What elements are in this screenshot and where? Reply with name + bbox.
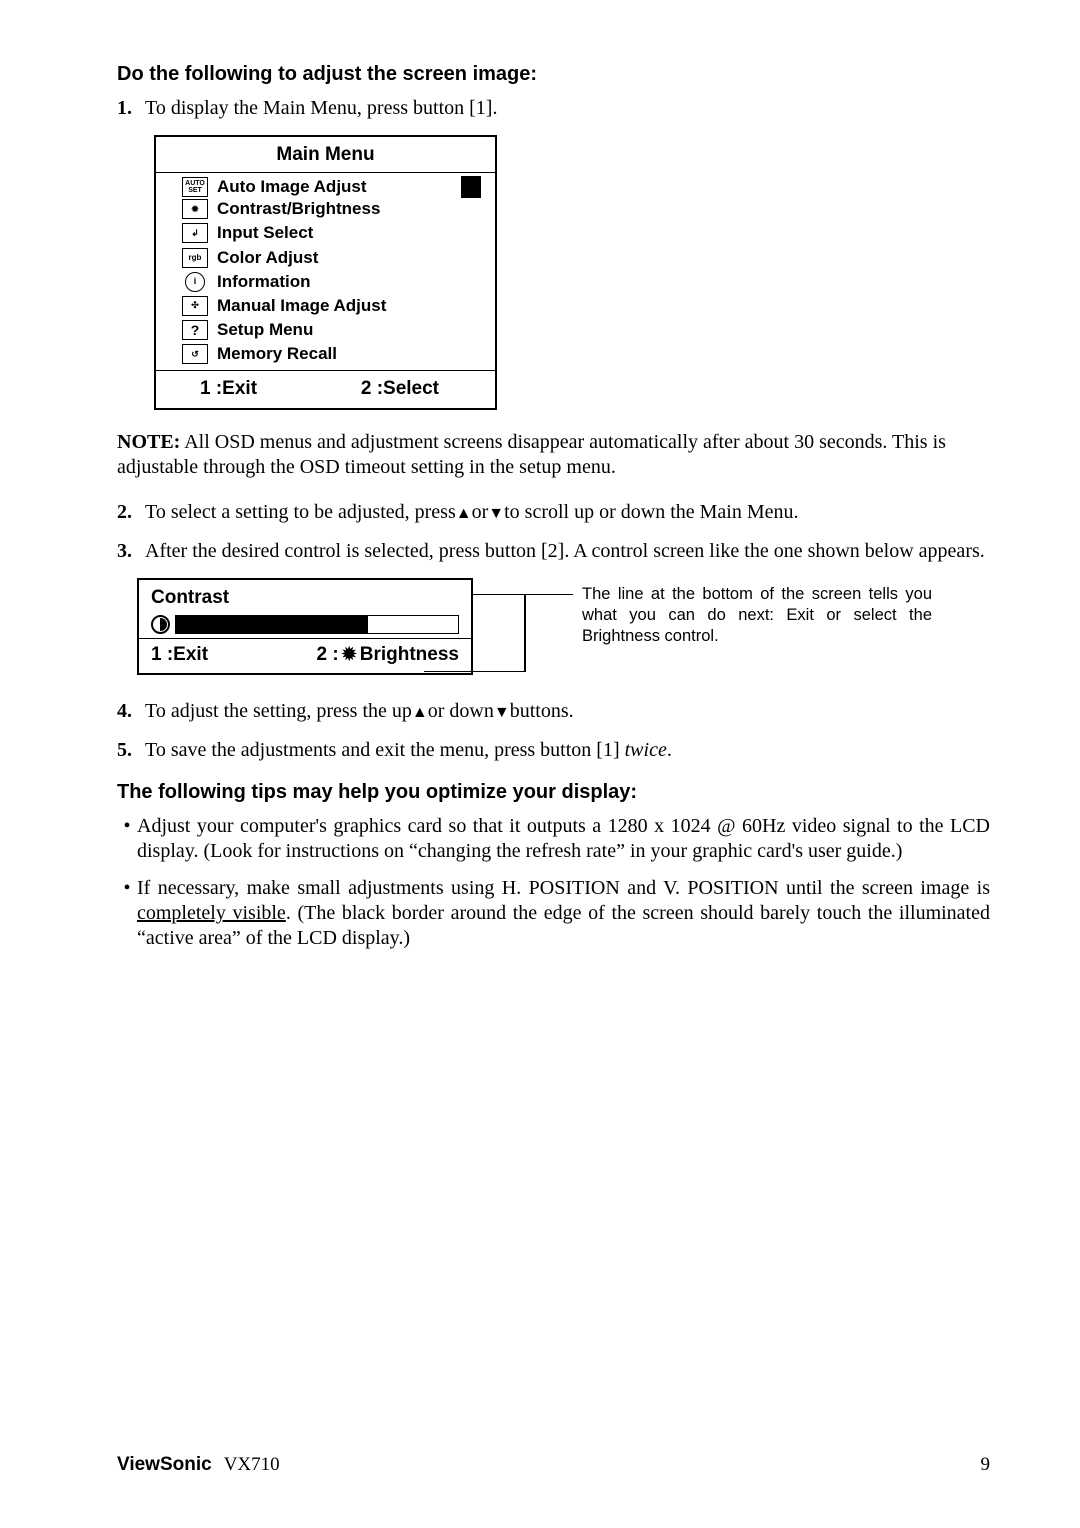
- menu-item-label: Manual Image Adjust: [217, 296, 386, 316]
- step-5-dot: .: [667, 739, 672, 761]
- menu-item-manual: ✣ Manual Image Adjust: [170, 295, 481, 319]
- menu-item-input: ↲ Input Select: [170, 222, 481, 246]
- contrast-brightness: 2 : Brightness: [316, 644, 459, 666]
- step-2-text: To select a setting to be adjusted, pres…: [145, 500, 799, 525]
- callout-connector: [473, 594, 573, 595]
- step-2-num: 2.: [117, 500, 145, 525]
- triangle-down-icon: [488, 501, 504, 523]
- contrast-right-b: Brightness: [360, 644, 459, 666]
- recall-icon: ↺: [182, 344, 208, 364]
- step-1-text: To display the Main Menu, press button […: [145, 96, 497, 121]
- auto-set-icon: AUTOSET: [182, 177, 208, 197]
- step-2: 2. To select a setting to be adjusted, p…: [117, 500, 990, 525]
- main-menu-panel: Main Menu AUTOSET Auto Image Adjust ✹ Co…: [154, 135, 497, 410]
- info-icon: i: [185, 272, 205, 292]
- footer-page-number: 9: [981, 1454, 991, 1476]
- menu-footer-select: 2 :Select: [361, 378, 481, 400]
- triangle-up-icon: [456, 501, 472, 523]
- step-5-num: 5.: [117, 738, 145, 763]
- step-5-twice: twice: [625, 739, 667, 761]
- bullet-dot: •: [117, 876, 137, 951]
- menu-item-setup: ? Setup Menu: [170, 319, 481, 343]
- menu-item-label: Information: [217, 272, 311, 292]
- triangle-up-icon: [412, 700, 428, 722]
- note-text: All OSD menus and adjustment screens dis…: [117, 431, 946, 478]
- step-2-b: or: [472, 501, 489, 523]
- heading-adjust: Do the following to adjust the screen im…: [117, 63, 990, 86]
- step-5-a: To save the adjustments and exit the men…: [145, 739, 625, 761]
- step-4-b: or down: [428, 700, 494, 722]
- menu-item-label: Memory Recall: [217, 344, 337, 364]
- sun-icon: [342, 644, 357, 666]
- main-menu-title: Main Menu: [156, 137, 495, 173]
- tip-2-text: If necessary, make small adjustments usi…: [137, 876, 990, 951]
- step-4-text: To adjust the setting, press the up or do…: [145, 699, 574, 724]
- menu-item-information: i Information: [170, 271, 481, 295]
- contrast-exit: 1 :Exit: [151, 644, 316, 666]
- step-5-text: To save the adjustments and exit the men…: [145, 738, 672, 763]
- contrast-right-a: 2 :: [316, 644, 338, 666]
- step-2-c: to scroll up or down the Main Menu.: [504, 501, 798, 523]
- step-5: 5. To save the adjustments and exit the …: [117, 738, 990, 763]
- main-menu-footer: 1 :Exit 2 :Select: [156, 371, 495, 408]
- step-4-c: buttons.: [510, 700, 574, 722]
- menu-item-label: Contrast/Brightness: [217, 199, 380, 219]
- step-4-num: 4.: [117, 699, 145, 724]
- footer-brand: ViewSonic: [117, 1454, 212, 1476]
- menu-item-color: rgb Color Adjust: [170, 246, 481, 270]
- contrast-knob-icon: [151, 615, 170, 634]
- tip-2-underline: completely visible: [137, 902, 286, 924]
- input-icon: ↲: [182, 223, 208, 243]
- footer-model: VX710: [224, 1454, 280, 1476]
- tip-1: • Adjust your computer's graphics card s…: [117, 814, 990, 864]
- contrast-title: Contrast: [151, 587, 459, 609]
- contrast-slider: [175, 615, 459, 634]
- menu-item-label: Input Select: [217, 223, 313, 243]
- tip-1-text: Adjust your computer's graphics card so …: [137, 814, 990, 864]
- menu-item-label: Color Adjust: [217, 248, 318, 268]
- highlight-bar: [461, 176, 481, 198]
- menu-item-label: Setup Menu: [217, 320, 313, 340]
- brightness-icon: ✹: [182, 199, 208, 219]
- note-label: NOTE:: [117, 431, 180, 453]
- step-3-num: 3.: [117, 539, 145, 564]
- menu-item-contrast: ✹ Contrast/Brightness: [170, 198, 481, 222]
- menu-item-label: Auto Image Adjust: [217, 177, 461, 197]
- callout-text: The line at the bottom of the screen tel…: [582, 584, 932, 646]
- step-3-text: After the desired control is selected, p…: [145, 539, 985, 564]
- step-4: 4. To adjust the setting, press the up or…: [117, 699, 990, 724]
- menu-footer-exit: 1 :Exit: [170, 378, 361, 400]
- contrast-panel: Contrast 1 :Exit 2 : Brightness: [137, 578, 473, 675]
- step-2-a: To select a setting to be adjusted, pres…: [145, 501, 456, 523]
- step-1: 1. To display the Main Menu, press butto…: [117, 96, 990, 121]
- main-menu-body: AUTOSET Auto Image Adjust ✹ Contrast/Bri…: [156, 173, 495, 371]
- page-footer: ViewSonic VX710 9: [117, 1454, 990, 1476]
- note-paragraph: NOTE: All OSD menus and adjustment scree…: [117, 430, 990, 480]
- tip-2: • If necessary, make small adjustments u…: [117, 876, 990, 951]
- menu-item-auto-image: AUTOSET Auto Image Adjust: [170, 176, 481, 198]
- heading-tips: The following tips may help you optimize…: [117, 781, 990, 804]
- step-3: 3. After the desired control is selected…: [117, 539, 990, 564]
- step-1-num: 1.: [117, 96, 145, 121]
- triangle-down-icon: [494, 700, 510, 722]
- menu-item-memory: ↺ Memory Recall: [170, 343, 481, 367]
- manual-icon: ✣: [182, 296, 208, 316]
- bullet-dot: •: [117, 814, 137, 864]
- step-4-a: To adjust the setting, press the up: [145, 700, 412, 722]
- tip-2-a: If necessary, make small adjustments usi…: [137, 877, 990, 899]
- setup-icon: ?: [182, 320, 208, 340]
- color-icon: rgb: [182, 248, 208, 268]
